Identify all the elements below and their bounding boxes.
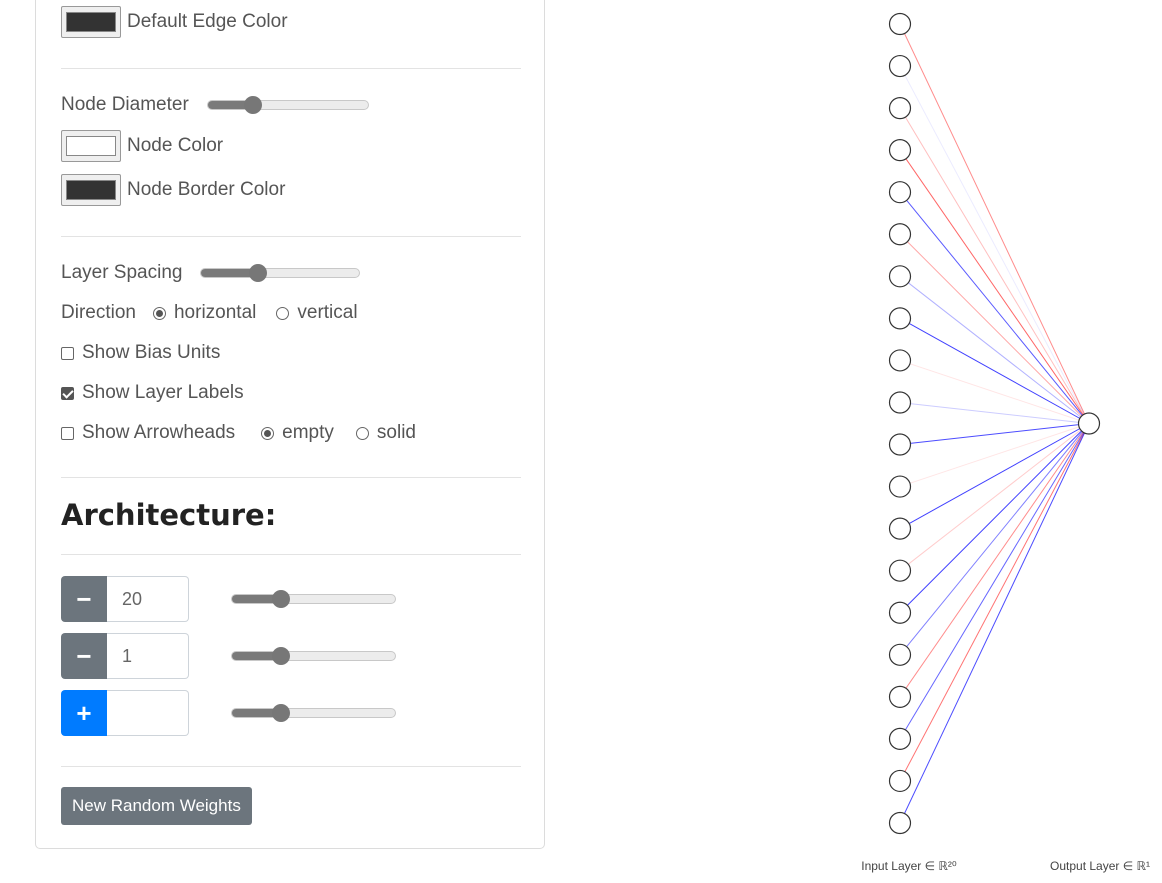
input-node <box>888 12 912 36</box>
edge-line <box>899 423 1090 656</box>
edge-line <box>899 423 1090 572</box>
input-node <box>888 97 912 120</box>
edge-line <box>899 423 1090 446</box>
input-node <box>888 811 912 835</box>
input-node <box>888 769 912 793</box>
edge-line <box>899 233 1090 424</box>
input-node <box>888 601 912 624</box>
input-node <box>888 139 912 162</box>
input-node <box>888 307 912 330</box>
edge-line <box>899 423 1090 740</box>
input-node <box>888 54 912 78</box>
output-node <box>1077 412 1101 435</box>
edge-line <box>899 423 1090 824</box>
edge-line <box>899 23 1090 424</box>
input-node <box>888 223 912 246</box>
input-node <box>888 391 912 414</box>
input-layer-label: Input Layer ∈ ℝ²⁰ <box>861 859 957 873</box>
edge-group <box>899 23 1090 824</box>
output-layer-label: Output Layer ∈ ℝ¹ <box>1050 859 1150 873</box>
edge-line <box>899 423 1090 698</box>
edge-line <box>899 107 1090 424</box>
input-node <box>888 265 912 288</box>
input-node <box>888 559 912 582</box>
input-node <box>888 349 912 372</box>
edge-line <box>899 275 1090 424</box>
edge-line <box>899 401 1090 424</box>
network-diagram: Input Layer ∈ ℝ²⁰ Output Layer ∈ ℝ¹ <box>861 12 1150 873</box>
edge-line <box>899 191 1090 424</box>
input-node <box>888 181 912 204</box>
edge-line <box>899 149 1090 424</box>
input-node <box>888 643 912 666</box>
input-node <box>888 727 912 750</box>
input-node <box>888 433 912 456</box>
input-node <box>888 685 912 708</box>
input-node <box>888 517 912 540</box>
edge-line <box>899 423 1090 614</box>
input-node <box>888 475 912 498</box>
node-group <box>888 12 1101 835</box>
